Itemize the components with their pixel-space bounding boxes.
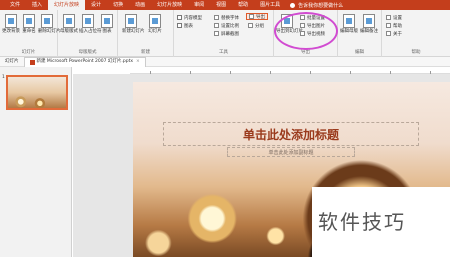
- help-icon: [386, 23, 391, 28]
- edit-master-button[interactable]: 编辑母版: [340, 14, 358, 34]
- screenshot-button[interactable]: 屏幕截图: [214, 30, 239, 37]
- group-tools: 内容模型 图表 替换字体 导出 设置比例 分组 屏幕截图 工具: [174, 10, 274, 57]
- slide-number: 1: [2, 75, 5, 80]
- checkbox-icon: [177, 15, 182, 20]
- title-placeholder-text: 单击此处添加标题: [242, 127, 339, 142]
- tab-animations[interactable]: 动画: [129, 0, 151, 10]
- slides-pane-tab[interactable]: 幻灯片: [0, 57, 24, 67]
- group-label: 幻灯片: [21, 50, 36, 55]
- group-icon: [248, 23, 253, 28]
- title-placeholder[interactable]: 单击此处添加标题: [163, 122, 419, 146]
- group-help: 设置 帮助 关于 帮助: [382, 10, 450, 57]
- group-new: 新建幻灯片 幻灯片 新建: [118, 10, 174, 57]
- rename-button[interactable]: 重命名: [20, 14, 38, 34]
- help-button[interactable]: 帮助: [386, 22, 402, 29]
- group-label: 母版版式: [78, 50, 97, 55]
- tab-review[interactable]: 审阅: [188, 0, 210, 10]
- tab-picture-tools[interactable]: 图片工具: [254, 0, 286, 10]
- export-icon: [249, 14, 254, 19]
- delete-slide-button[interactable]: 删除幻灯片: [38, 14, 61, 34]
- tell-me-text: 告诉我你想要做什么: [298, 2, 344, 9]
- about-button[interactable]: 关于: [386, 30, 402, 37]
- slide-button[interactable]: 幻灯片: [146, 14, 164, 34]
- layout-icon: [63, 14, 75, 28]
- new-slide-icon: [125, 14, 137, 28]
- ribbon: 更改背景 重命名 删除幻灯片 幻灯片 母版版式 插入占位符 图表 母版版式 新建…: [0, 10, 450, 57]
- chart-button[interactable]: 图表: [98, 14, 116, 34]
- export-highlight-button[interactable]: 导出: [246, 13, 268, 20]
- slide-thumbnail[interactable]: [6, 75, 68, 110]
- info-icon: [386, 31, 391, 36]
- tab-help[interactable]: 帮助: [232, 0, 254, 10]
- group-label: 帮助: [411, 50, 421, 55]
- set-ratio-button[interactable]: 设置比例: [214, 22, 239, 29]
- change-bg-button[interactable]: 更改背景: [2, 14, 20, 34]
- chart-icon: [101, 14, 113, 28]
- font-icon: [214, 15, 219, 20]
- master-layout-button[interactable]: 母版版式: [60, 14, 78, 34]
- tab-design[interactable]: 设计: [85, 0, 107, 10]
- gear-icon: [386, 15, 391, 20]
- lightbulb-icon: [290, 2, 296, 8]
- rename-icon: [23, 14, 35, 28]
- insert-placeholder-button[interactable]: 插入占位符: [79, 14, 102, 34]
- ratio-icon: [214, 23, 219, 28]
- screenshot-icon: [214, 31, 219, 36]
- horizontal-ruler: [130, 67, 450, 74]
- tab-insert[interactable]: 插入: [26, 0, 48, 10]
- checkbox-icon: [177, 23, 182, 28]
- ribbon-tab-bar: 文件 插入 幻灯片放映 设计 切换 动画 幻灯片放映 审阅 视图 帮助 图片工具…: [0, 0, 450, 10]
- subtitle-placeholder-text: 单击此处添加副标题: [268, 149, 314, 156]
- edit-notes-button[interactable]: 编辑备注: [360, 14, 378, 34]
- delete-icon: [41, 14, 53, 28]
- document-tab[interactable]: 新建 Microsoft PowerPoint 2007 幻灯片.pptx ×: [23, 56, 146, 67]
- slide-thumbnail-pane: 1: [0, 67, 72, 257]
- subtitle-placeholder[interactable]: 单击此处添加副标题: [227, 147, 355, 157]
- document-tab-label: 新建 Microsoft PowerPoint 2007 幻灯片.pptx: [36, 59, 134, 64]
- group-dropdown[interactable]: 分组: [248, 22, 264, 29]
- group-label: 新建: [141, 50, 150, 55]
- notes-icon: [363, 14, 375, 28]
- new-slide-button[interactable]: 新建幻灯片: [122, 14, 145, 34]
- replace-font-button[interactable]: 替换字体: [214, 14, 239, 21]
- group-master-layout: 母版版式 插入占位符 图表 母版版式: [58, 10, 118, 57]
- settings-button[interactable]: 设置: [386, 14, 402, 21]
- placeholder-icon: [82, 14, 94, 28]
- tab-slideshow[interactable]: 幻灯片放映: [151, 0, 188, 10]
- tab-view[interactable]: 视图: [210, 0, 232, 10]
- tab-file[interactable]: 文件: [4, 0, 26, 10]
- background-icon: [5, 14, 17, 28]
- content-model-checkbox[interactable]: 内容模型: [177, 14, 202, 21]
- chart-checkbox[interactable]: 图表: [177, 22, 193, 29]
- document-tab-bar: 幻灯片 新建 Microsoft PowerPoint 2007 幻灯片.ppt…: [0, 56, 450, 67]
- highlight-circle-annotation: [274, 12, 338, 50]
- group-label: 工具: [219, 50, 228, 55]
- close-icon[interactable]: ×: [136, 57, 140, 67]
- watermark-text: 软件技巧: [318, 210, 406, 234]
- tell-me-box[interactable]: 告诉我你想要做什么: [290, 2, 343, 9]
- group-edit: 编辑母版 编辑备注 编辑: [338, 10, 382, 57]
- slide-icon: [149, 14, 161, 28]
- group-label: 编辑: [355, 50, 364, 55]
- tab-transitions[interactable]: 切换: [107, 0, 129, 10]
- powerpoint-file-icon: [29, 59, 35, 65]
- group-slides: 更改背景 重命名 删除幻灯片 幻灯片: [0, 10, 61, 57]
- tab-slideshow-tools[interactable]: 幻灯片放映: [48, 0, 86, 10]
- master-icon: [343, 14, 355, 28]
